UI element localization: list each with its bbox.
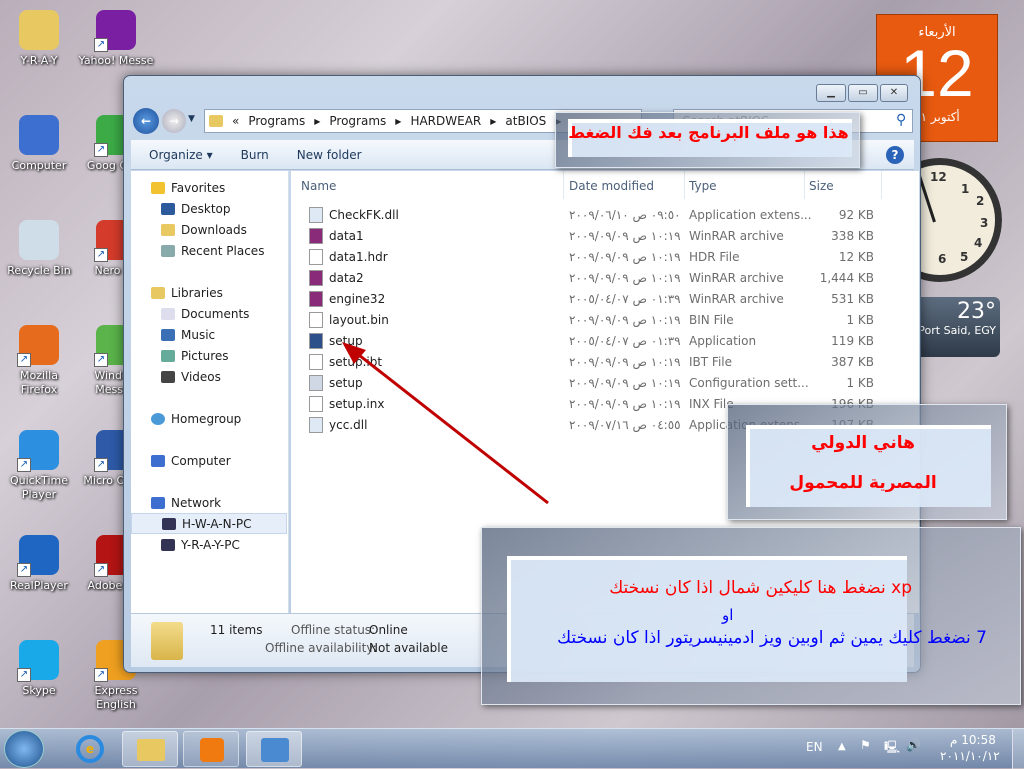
taskbar: e EN ▲ ⚑ 🖳 🔊 10:58 م ٢٠١١/١٠/١٢ xyxy=(0,728,1024,769)
media-player-icon xyxy=(200,738,224,762)
show-desktop-button[interactable] xyxy=(1012,729,1024,769)
clock-time[interactable]: 10:58 م xyxy=(950,733,996,747)
language-indicator[interactable]: EN xyxy=(806,740,823,754)
volume-icon[interactable]: 🔊 xyxy=(906,738,921,752)
clock-date[interactable]: ٢٠١١/١٠/١٢ xyxy=(940,749,1000,763)
red-arrow xyxy=(342,342,549,505)
taskbar-gadgets-button[interactable] xyxy=(246,731,302,767)
gadgets-icon xyxy=(261,738,289,762)
action-center-flag-icon[interactable]: ⚑ xyxy=(860,738,871,752)
taskbar-media-player-button[interactable] xyxy=(183,731,239,767)
taskbar-ie-icon[interactable]: e xyxy=(76,735,104,763)
taskbar-explorer-button[interactable] xyxy=(122,731,178,767)
show-hidden-icons[interactable]: ▲ xyxy=(838,741,846,752)
folder-icon xyxy=(137,739,165,761)
start-button[interactable] xyxy=(4,730,44,768)
network-icon[interactable]: 🖳 xyxy=(884,738,900,759)
